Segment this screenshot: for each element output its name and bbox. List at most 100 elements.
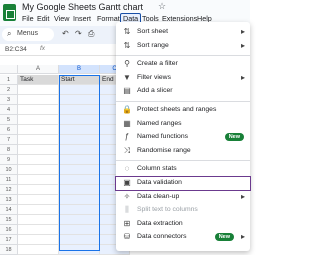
row-number[interactable]: 17 — [0, 235, 18, 245]
sort-range-icon: ⇅ — [123, 40, 131, 50]
grid-cell[interactable] — [18, 125, 59, 135]
row-number[interactable]: 12 — [0, 185, 18, 195]
grid-cell[interactable] — [18, 115, 59, 125]
grid-cell[interactable] — [18, 245, 59, 255]
grid-cell[interactable] — [18, 215, 59, 225]
menu-edit[interactable]: Edit — [37, 14, 49, 23]
menu-item-sort-sheet[interactable]: ⇅ Sort sheet ▸ — [116, 26, 250, 39]
row-number[interactable]: 1 — [0, 75, 18, 85]
row-number[interactable]: 18 — [0, 245, 18, 255]
grid-cell[interactable] — [18, 205, 59, 215]
name-box[interactable]: B2:C34 — [5, 46, 27, 53]
menu-item-named-ranges[interactable]: ▦ Named ranges — [116, 118, 250, 131]
grid-cell[interactable] — [18, 225, 59, 235]
grid-cell[interactable] — [59, 105, 100, 115]
menu-item-label: Create a filter — [137, 60, 178, 68]
menu-item-data-clean-up[interactable]: ✧ Data clean-up ▸ — [116, 191, 250, 204]
star-icon[interactable]: ☆ — [158, 1, 166, 12]
redo-icon[interactable]: ↷ — [75, 29, 82, 38]
menu-item-named-functions[interactable]: ƒ Named functions New — [116, 131, 250, 144]
print-icon[interactable]: ⎙ — [88, 29, 94, 39]
grid-cell[interactable] — [59, 225, 100, 235]
undo-icon[interactable]: ↶ — [62, 29, 69, 38]
menu-item-data-validation[interactable]: ▣ Data validation — [115, 176, 251, 191]
menu-item-data-connectors[interactable]: ⛁ Data connectors New ▸ — [116, 231, 250, 244]
menu-item-split-text-to-columns[interactable]: ⫼ Split text to columns — [116, 204, 250, 217]
cleanup-icon: ✧ — [123, 191, 131, 201]
grid-cell[interactable] — [59, 155, 100, 165]
menu-item-label: Data extraction — [137, 219, 183, 227]
grid-cell[interactable] — [18, 195, 59, 205]
row-number[interactable]: 4 — [0, 105, 18, 115]
fx-icon: fx — [40, 45, 46, 52]
menu-item-column-stats[interactable]: ◌ Column stats — [116, 163, 250, 176]
grid-cell[interactable] — [18, 185, 59, 195]
grid-cell[interactable] — [18, 95, 59, 105]
column-header-b[interactable]: B — [59, 65, 100, 74]
row-number[interactable]: 6 — [0, 125, 18, 135]
row-number[interactable]: 15 — [0, 215, 18, 225]
menu-item-data-extraction[interactable]: ⊞ Data extraction — [116, 218, 250, 231]
menu-item-sort-range[interactable]: ⇅ Sort range ▸ — [116, 40, 250, 53]
select-all-corner[interactable] — [0, 65, 18, 74]
grid-cell[interactable] — [59, 235, 100, 245]
column-header-a[interactable]: A — [18, 65, 59, 74]
grid-cell[interactable] — [59, 145, 100, 155]
menu-file[interactable]: File — [22, 14, 34, 23]
grid-cell[interactable] — [18, 85, 59, 95]
header-cell[interactable]: Start — [59, 75, 100, 85]
row-number[interactable]: 7 — [0, 135, 18, 145]
row-number[interactable]: 16 — [0, 225, 18, 235]
grid-cell[interactable] — [59, 85, 100, 95]
grid-cell[interactable] — [18, 235, 59, 245]
grid-cell[interactable] — [59, 125, 100, 135]
function-icon: ƒ — [124, 132, 130, 142]
menu-item-filter-views[interactable]: ▼ Filter views ▸ — [116, 72, 250, 85]
menu-item-label: Data connectors — [137, 233, 187, 241]
grid-cell[interactable] — [59, 175, 100, 185]
grid-cell[interactable] — [18, 155, 59, 165]
row-number[interactable]: 11 — [0, 175, 18, 185]
grid-cell[interactable] — [59, 95, 100, 105]
menu-insert[interactable]: Insert — [73, 14, 91, 23]
database-icon: ⛁ — [123, 232, 131, 242]
grid-cell[interactable] — [59, 185, 100, 195]
grid-cell[interactable] — [59, 115, 100, 125]
document-title[interactable]: My Google Sheets Gantt chart — [22, 2, 143, 12]
row-number[interactable]: 9 — [0, 155, 18, 165]
chevron-right-icon: ▸ — [240, 27, 245, 36]
grid-cell[interactable] — [18, 135, 59, 145]
data-menu-dropdown: ⇅ Sort sheet ▸ ⇅ Sort range ▸ ⚲ Create a filter… — [115, 22, 251, 251]
grid-cell[interactable] — [59, 245, 100, 255]
lock-icon: 🔒 — [122, 105, 132, 114]
menu-item-create-a-filter[interactable]: ⚲ Create a filter — [116, 58, 250, 71]
menu-item-label: Filter views — [137, 73, 171, 81]
grid-cell[interactable] — [59, 165, 100, 175]
slicer-icon: ▤ — [123, 86, 131, 96]
row-number[interactable]: 14 — [0, 205, 18, 215]
grid-cell[interactable] — [18, 175, 59, 185]
row-number[interactable]: 8 — [0, 145, 18, 155]
chevron-right-icon: ▸ — [240, 72, 245, 82]
row-number[interactable]: 3 — [0, 95, 18, 105]
menu-item-add-a-slicer[interactable]: ▤ Add a slicer — [116, 85, 250, 98]
menu-item-randomise-range[interactable]: ⤨ Randomise range — [116, 145, 250, 158]
grid-cell[interactable] — [59, 205, 100, 215]
grid-cell[interactable] — [59, 135, 100, 145]
grid-cell[interactable] — [18, 165, 59, 175]
row-number[interactable]: 5 — [0, 115, 18, 125]
menus-search[interactable]: ⌕ Menus — [2, 28, 54, 41]
grid-cell[interactable] — [59, 195, 100, 205]
chevron-right-icon: ▸ — [240, 232, 245, 242]
extraction-icon: ⊞ — [123, 218, 131, 228]
grid-cell[interactable] — [59, 215, 100, 225]
row-number[interactable]: 2 — [0, 85, 18, 95]
grid-cell[interactable] — [18, 105, 59, 115]
row-number[interactable]: 13 — [0, 195, 18, 205]
row-number[interactable]: 10 — [0, 165, 18, 175]
grid-cell[interactable] — [18, 145, 59, 155]
header-cell[interactable]: Task — [18, 75, 59, 85]
menu-view[interactable]: View — [54, 14, 69, 23]
menu-item-protect-sheets-and-ranges[interactable]: 🔒 Protect sheets and ranges — [116, 104, 250, 117]
sheets-logo-icon[interactable] — [3, 4, 16, 21]
